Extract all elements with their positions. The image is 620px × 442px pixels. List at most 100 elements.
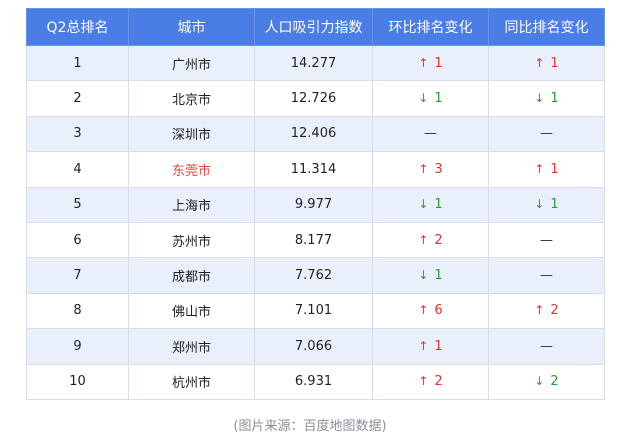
- mom-change-cell: ↓ 1: [372, 186, 489, 223]
- yoy-change-value: ↑ 1: [534, 162, 558, 177]
- mom-change-number: 1: [434, 268, 443, 284]
- table-row: 7 成都市 7.762 ↓ 1—: [26, 257, 605, 294]
- rank-cell: 9: [26, 328, 129, 365]
- table-row: 5 上海市 9.977 ↓ 1 ↓ 1: [26, 186, 605, 223]
- rank-cell: 10: [26, 363, 129, 400]
- yoy-change-value: ↑ 2: [534, 303, 558, 318]
- mom-change-value: ↑ 1: [418, 56, 442, 71]
- mom-change-cell: ↑ 1: [372, 44, 489, 82]
- arrow-up-icon: ↑: [418, 232, 429, 247]
- yoy-change-number: 1: [550, 91, 559, 107]
- index-cell: 7.101: [254, 292, 373, 330]
- mom-change-number: 1: [434, 91, 443, 107]
- table-row: 9 郑州市 7.066 ↑ 1—: [26, 328, 605, 365]
- mom-change-value: ↑ 2: [418, 233, 442, 248]
- mom-change-value: ↑ 3: [418, 162, 442, 177]
- rank-cell: 5: [26, 186, 129, 223]
- index-cell: 7.762: [254, 257, 373, 294]
- arrow-down-icon: ↓: [534, 91, 545, 106]
- index-cell: 12.406: [254, 115, 373, 153]
- yoy-change-cell: ↑ 2: [488, 292, 605, 330]
- mom-change-number: 1: [434, 55, 443, 71]
- rank-cell: 3: [26, 115, 129, 153]
- mom-change-value: ↓ 1: [418, 197, 442, 212]
- city-cell: 东莞市: [128, 151, 255, 188]
- city-cell: 成都市: [128, 257, 255, 294]
- arrow-up-icon: ↑: [418, 303, 429, 318]
- yoy-change-value: —: [540, 126, 553, 141]
- mom-change-cell: —: [372, 115, 489, 153]
- city-cell: 杭州市: [128, 363, 255, 400]
- yoy-change-cell: ↓ 2: [488, 363, 605, 400]
- yoy-change-value: —: [540, 233, 553, 248]
- mom-change-value: ↑ 6: [418, 303, 442, 318]
- mom-change-cell: ↑ 1: [372, 328, 489, 365]
- mom-change-number: 1: [434, 338, 443, 354]
- mom-change-cell: ↑ 3: [372, 151, 489, 188]
- header-yoy-change: 同比排名变化: [488, 8, 605, 46]
- index-cell: 14.277: [254, 44, 373, 82]
- mom-change-cell: ↑ 2: [372, 221, 489, 259]
- table-row: 3 深圳市 12.406 — —: [26, 115, 605, 153]
- arrow-up-icon: ↑: [418, 55, 429, 70]
- city-ranking-table: Q2总排名 城市 人口吸引力指数 环比排名变化 同比排名变化 1 广州市 14.27…: [26, 8, 605, 400]
- mom-change-number: —: [424, 126, 437, 142]
- rank-cell: 1: [26, 44, 129, 82]
- index-cell: 9.977: [254, 186, 373, 223]
- header-city: 城市: [128, 8, 255, 46]
- mom-change-cell: ↓ 1: [372, 80, 489, 117]
- yoy-change-number: 1: [550, 197, 559, 213]
- index-cell: 8.177: [254, 221, 373, 259]
- table-row: 4 东莞市 11.314 ↑ 3 ↑ 1: [26, 151, 605, 188]
- mom-change-number: 3: [434, 161, 443, 177]
- yoy-change-cell: ↓ 1: [488, 186, 605, 223]
- table-row: 6 苏州市 8.177 ↑ 2—: [26, 221, 605, 259]
- city-cell: 北京市: [128, 80, 255, 117]
- rank-cell: 4: [26, 151, 129, 188]
- yoy-change-value: ↓ 1: [534, 197, 558, 212]
- arrow-up-icon: ↑: [534, 303, 545, 318]
- header-rank: Q2总排名: [26, 8, 129, 46]
- city-cell: 深圳市: [128, 115, 255, 153]
- yoy-change-value: ↓ 1: [534, 91, 558, 106]
- yoy-change-number: 1: [550, 161, 559, 177]
- mom-change-value: ↑ 2: [418, 374, 442, 389]
- mom-change-number: 1: [434, 197, 443, 213]
- arrow-down-icon: ↓: [418, 268, 429, 283]
- arrow-down-icon: ↓: [534, 197, 545, 212]
- arrow-up-icon: ↑: [534, 161, 545, 176]
- arrow-up-icon: ↑: [534, 55, 545, 70]
- yoy-change-value: ↓ 2: [534, 374, 558, 389]
- mom-change-value: ↓ 1: [418, 91, 442, 106]
- table-header: Q2总排名 城市 人口吸引力指数 环比排名变化 同比排名变化: [26, 8, 605, 46]
- header-row: Q2总排名 城市 人口吸引力指数 环比排名变化 同比排名变化: [26, 8, 605, 46]
- arrow-up-icon: ↑: [418, 374, 429, 389]
- yoy-change-value: —: [540, 339, 553, 354]
- mom-change-value: ↑ 1: [418, 339, 442, 354]
- mom-change-value: —: [424, 126, 437, 141]
- arrow-down-icon: ↓: [418, 197, 429, 212]
- yoy-change-cell: —: [488, 257, 605, 294]
- yoy-change-number: 2: [550, 303, 559, 319]
- yoy-change-number: 1: [550, 55, 559, 71]
- city-cell: 苏州市: [128, 221, 255, 259]
- rank-cell: 7: [26, 257, 129, 294]
- yoy-change-value: —: [540, 268, 553, 283]
- yoy-change-cell: —: [488, 328, 605, 365]
- yoy-change-number: —: [540, 338, 553, 354]
- mom-change-value: ↓ 1: [418, 268, 442, 283]
- table-body: 1 广州市 14.277 ↑ 1 ↑ 1 2 北京市 12.726 ↓ 1 ↓ 1 3 深圳市 12.406— —…: [26, 44, 605, 400]
- arrow-down-icon: ↓: [418, 91, 429, 106]
- arrow-up-icon: ↑: [418, 338, 429, 353]
- index-cell: 7.066: [254, 328, 373, 365]
- rank-cell: 8: [26, 292, 129, 330]
- city-cell: 佛山市: [128, 292, 255, 330]
- index-cell: 12.726: [254, 80, 373, 117]
- mom-change-cell: ↓ 1: [372, 257, 489, 294]
- yoy-change-cell: ↓ 1: [488, 80, 605, 117]
- header-mom-change: 环比排名变化: [372, 8, 489, 46]
- yoy-change-number: —: [540, 126, 553, 142]
- mom-change-number: 6: [434, 303, 443, 319]
- table-row: 2 北京市 12.726 ↓ 1 ↓ 1: [26, 80, 605, 117]
- index-cell: 11.314: [254, 151, 373, 188]
